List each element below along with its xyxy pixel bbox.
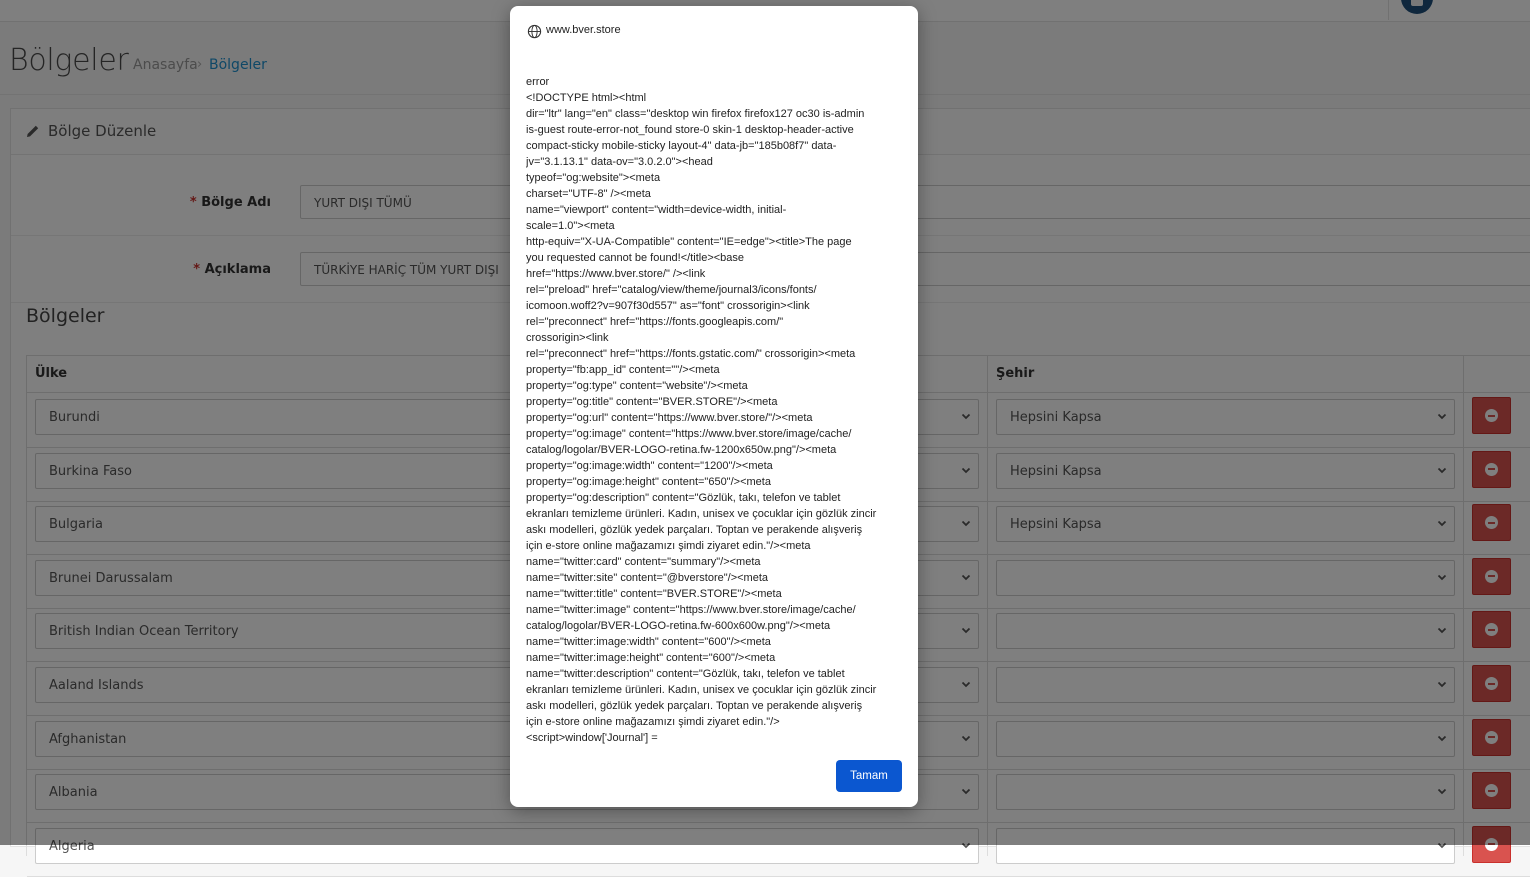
globe-icon <box>527 24 542 39</box>
dialog-origin: www.bver.store <box>546 24 621 36</box>
ok-button[interactable]: Tamam <box>836 760 902 792</box>
dialog-message: error <!DOCTYPE html><html dir="ltr" lan… <box>526 76 877 744</box>
alert-dialog: www.bver.store error <!DOCTYPE html><htm… <box>510 6 918 807</box>
